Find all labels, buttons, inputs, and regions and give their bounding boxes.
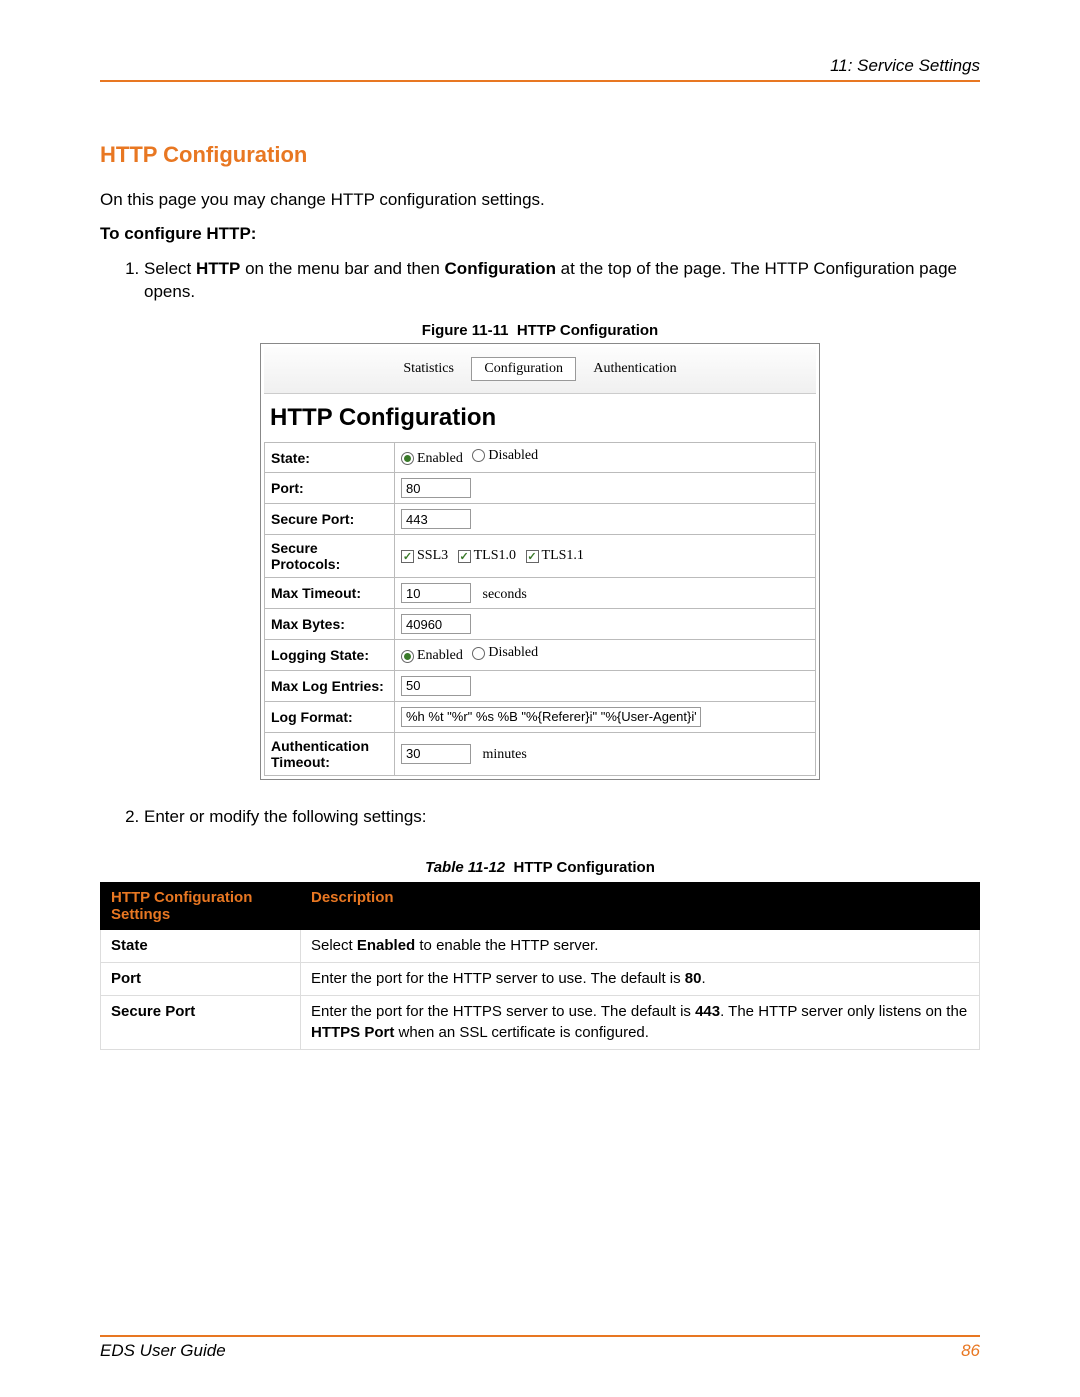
description-table: HTTP Configuration Settings Description … — [100, 882, 980, 1050]
checkbox-tls11-label: TLS1.1 — [542, 548, 584, 564]
page-footer: EDS User Guide 86 — [100, 1329, 980, 1361]
desc-head-settings: HTTP Configuration Settings — [101, 882, 301, 929]
input-auth-timeout[interactable] — [401, 744, 471, 764]
table-row: State Select Enabled to enable the HTTP … — [101, 929, 980, 962]
step1-b1: HTTP — [196, 259, 240, 278]
radio-logging-disabled-label: Disabled — [488, 645, 538, 661]
desc-port-post: . — [701, 970, 705, 987]
desc-text-port: Enter the port for the HTTP server to us… — [301, 963, 980, 996]
checkbox-tls11[interactable]: ✓TLS1.1 — [526, 548, 584, 564]
panel-title: HTTP Configuration — [264, 394, 816, 442]
table-row: Port Enter the port for the HTTP server … — [101, 963, 980, 996]
label-log-format: Log Format: — [265, 701, 395, 732]
checkbox-ssl3-label: SSL3 — [417, 548, 448, 564]
label-port: Port: — [265, 473, 395, 504]
unit-seconds: seconds — [483, 587, 527, 602]
configure-subhead: To configure HTTP: — [100, 224, 980, 244]
label-max-bytes: Max Bytes: — [265, 609, 395, 640]
tabs-row: Statistics Configuration Authentication — [264, 347, 816, 394]
radio-logging-enabled-label: Enabled — [417, 648, 463, 664]
desc-setting-secure-port: Secure Port — [101, 996, 301, 1050]
step-2: Enter or modify the following settings: — [144, 806, 980, 829]
figure-title: HTTP Configuration — [517, 322, 658, 339]
header-section-label: 11: Service Settings — [100, 56, 980, 80]
label-state: State: — [265, 442, 395, 473]
radio-logging-disabled[interactable]: Disabled — [472, 645, 538, 661]
input-log-format[interactable] — [401, 707, 701, 727]
footer-page-number: 86 — [961, 1341, 980, 1361]
page-title: HTTP Configuration — [100, 142, 980, 168]
label-max-log-entries: Max Log Entries: — [265, 670, 395, 701]
screenshot-panel: Statistics Configuration Authentication … — [260, 343, 820, 780]
table-number: Table 11-12 — [425, 859, 505, 876]
label-max-timeout: Max Timeout: — [265, 578, 395, 609]
step1-pre: Select — [144, 259, 196, 278]
config-form-table: State: Enabled Disabled Port: Secure Por… — [264, 442, 816, 776]
radio-state-enabled-label: Enabled — [417, 451, 463, 467]
input-max-timeout[interactable] — [401, 583, 471, 603]
table-row: Secure Port Enter the port for the HTTPS… — [101, 996, 980, 1050]
desc-state-pre: Select — [311, 937, 357, 954]
input-max-log-entries[interactable] — [401, 676, 471, 696]
desc-head-description: Description — [301, 882, 980, 929]
label-secure-protocols: Secure Protocols: — [265, 535, 395, 578]
desc-secport-b1: 443 — [695, 1003, 720, 1020]
desc-secport-pre: Enter the port for the HTTPS server to u… — [311, 1003, 695, 1020]
radio-state-enabled[interactable]: Enabled — [401, 451, 463, 467]
label-secure-port: Secure Port: — [265, 504, 395, 535]
desc-setting-state: State — [101, 929, 301, 962]
header-rule — [100, 80, 980, 82]
desc-port-pre: Enter the port for the HTTP server to us… — [311, 970, 685, 987]
table-caption: Table 11-12 HTTP Configuration — [100, 859, 980, 876]
footer-guide-name: EDS User Guide — [100, 1341, 226, 1361]
intro-text: On this page you may change HTTP configu… — [100, 190, 980, 210]
input-port[interactable] — [401, 478, 471, 498]
figure-number: Figure 11-11 — [422, 322, 509, 339]
radio-state-disabled-label: Disabled — [488, 448, 538, 464]
tab-statistics[interactable]: Statistics — [390, 357, 467, 381]
desc-setting-port: Port — [101, 963, 301, 996]
field-state: Enabled Disabled — [395, 442, 816, 473]
step-1: Select HTTP on the menu bar and then Con… — [144, 258, 980, 304]
tab-configuration[interactable]: Configuration — [471, 357, 576, 381]
label-auth-timeout: Authentication Timeout: — [265, 732, 395, 775]
unit-minutes: minutes — [483, 747, 527, 762]
desc-port-b1: 80 — [685, 970, 702, 987]
desc-state-b1: Enabled — [357, 937, 415, 954]
desc-secport-post: when an SSL certificate is configured. — [394, 1024, 649, 1041]
checkbox-tls10-label: TLS1.0 — [474, 548, 516, 564]
desc-secport-b2: HTTPS Port — [311, 1024, 394, 1041]
field-logging-state: Enabled Disabled — [395, 640, 816, 671]
tab-authentication[interactable]: Authentication — [580, 357, 689, 381]
desc-state-post: to enable the HTTP server. — [415, 937, 598, 954]
label-logging-state: Logging State: — [265, 640, 395, 671]
radio-logging-enabled[interactable]: Enabled — [401, 648, 463, 664]
input-secure-port[interactable] — [401, 509, 471, 529]
field-secure-protocols: ✓SSL3 ✓TLS1.0 ✓TLS1.1 — [395, 535, 816, 578]
radio-state-disabled[interactable]: Disabled — [472, 448, 538, 464]
checkbox-tls10[interactable]: ✓TLS1.0 — [458, 548, 516, 564]
checkbox-ssl3[interactable]: ✓SSL3 — [401, 548, 448, 564]
desc-text-secure-port: Enter the port for the HTTPS server to u… — [301, 996, 980, 1050]
input-max-bytes[interactable] — [401, 614, 471, 634]
step1-mid: on the menu bar and then — [240, 259, 444, 278]
step1-b2: Configuration — [445, 259, 556, 278]
figure-caption: Figure 11-11 HTTP Configuration — [100, 322, 980, 339]
desc-secport-mid: . The HTTP server only listens on the — [720, 1003, 967, 1020]
table-title: HTTP Configuration — [514, 859, 655, 876]
desc-text-state: Select Enabled to enable the HTTP server… — [301, 929, 980, 962]
